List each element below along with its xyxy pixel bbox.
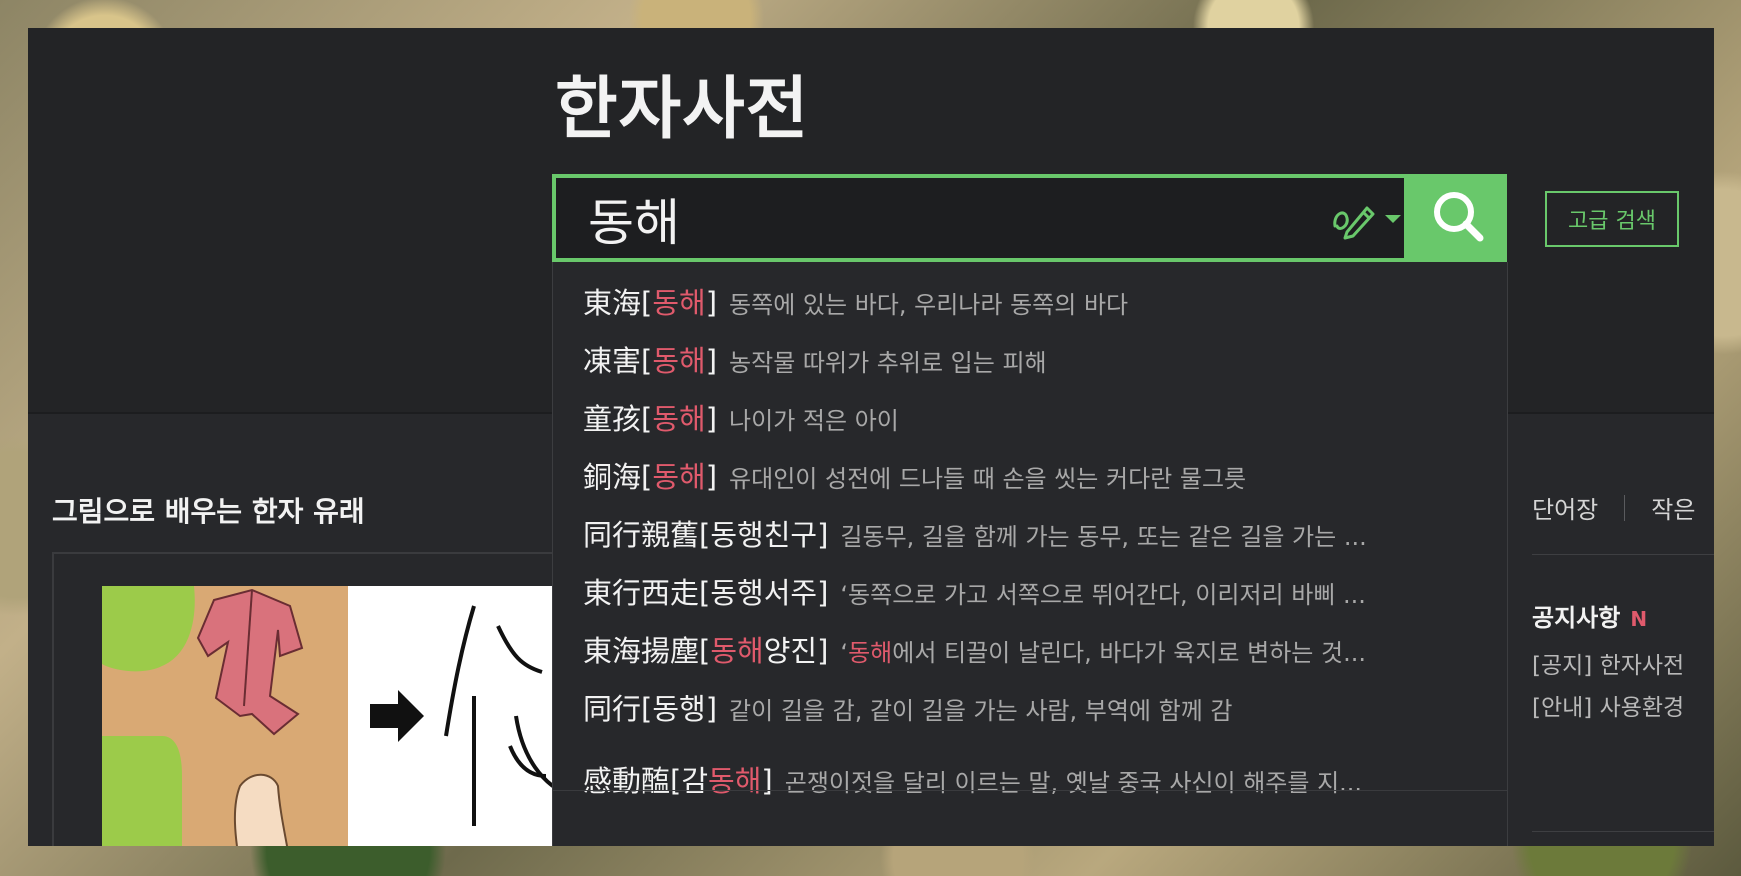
suggestion-description: 동쪽에 있는 바다, 우리나라 동쪽의 바다 xyxy=(729,285,1463,320)
chevron-down-icon xyxy=(1383,211,1403,230)
description-text: 나이가 적은 아이 xyxy=(729,407,899,435)
suggestion-hanja: 東海 xyxy=(583,286,642,320)
bracket-open: [ xyxy=(641,286,653,320)
sidebar-divider xyxy=(1532,554,1714,555)
bracket-open: [ xyxy=(641,402,653,436)
bracket-close: ] xyxy=(761,764,773,798)
tab-divider xyxy=(1624,494,1626,521)
suggestion-reading-highlight: 동해 xyxy=(652,402,706,436)
suggestion-description: 길동무, 길을 함께 가는 동무, 또는 같은 길을 가는 ... xyxy=(840,517,1463,552)
suggestion-description: ‘동해에서 티끌이 날린다, 바다가 육지로 변하는 것... xyxy=(840,633,1463,668)
bracket-close: ] xyxy=(705,692,718,726)
suggestion-item[interactable]: 東海[동해] 동쪽에 있는 바다, 우리나라 동쪽의 바다 xyxy=(583,280,1463,336)
suggestion-item[interactable]: 童孩[동해] 나이가 적은 아이 xyxy=(583,396,1463,452)
site-logo[interactable]: 한자사전 xyxy=(555,53,809,152)
suggestion-item[interactable]: 感動醢[감 동해] 곤쟁이젓을 달리 이르는 말, 옛날 중국 사신이 해주를 지.… xyxy=(583,758,1463,814)
suggestion-item[interactable]: 銅海[동해] 유대인이 성전에 드나들 때 손을 씻는 커다란 물그릇 xyxy=(583,454,1463,510)
suggestion-reading: 양진 xyxy=(763,634,818,668)
suggestion-hanja: 凍害 xyxy=(583,344,642,378)
bracket-open: [ xyxy=(641,692,653,726)
bracket-close: ] xyxy=(705,286,718,320)
bracket-open: [ xyxy=(699,576,711,610)
bracket-open: [ xyxy=(699,518,711,552)
suggestion-hanja: 感動醢 xyxy=(583,764,671,798)
description-text: 길동무, 길을 함께 가는 동무, 또는 같은 길을 가는 ... xyxy=(840,523,1367,551)
illustration-image[interactable] xyxy=(102,586,622,846)
suggestion-reading: 동행 xyxy=(652,692,706,726)
description-prefix: ‘ xyxy=(840,639,849,667)
notice-item[interactable]: [안내] 사용환경 xyxy=(1532,688,1684,722)
suggestion-reading: 동행서주 xyxy=(710,576,818,610)
suggestion-reading-highlight: 동해 xyxy=(652,286,706,320)
app-window: 한자사전 동해 고급 검색 그림으로 배우는 한자 유래 단어장 작은 공지사항… xyxy=(28,28,1714,846)
bracket-close: ] xyxy=(705,460,718,494)
description-text: 곤쟁이젓을 달리 이르는 말, 옛날 중국 사신이 해주를 지... xyxy=(784,769,1363,797)
suggestion-item[interactable]: 東行西走[동행서주] ‘동쪽으로 가고 서쪽으로 뛰어간다, 이리저리 바삐 ..… xyxy=(583,570,1463,626)
description-highlight: 동해 xyxy=(848,639,893,667)
sidebar-tabs: 단어장 작은 xyxy=(1532,490,1695,525)
search-button[interactable] xyxy=(1408,174,1507,262)
suggestion-item[interactable]: 同行親舊[동행친구] 길동무, 길을 함께 가는 동무, 또는 같은 길을 가는 … xyxy=(583,512,1463,568)
bracket-close: ] xyxy=(705,344,718,378)
description-text: 유대인이 성전에 드나들 때 손을 씻는 커다란 물그릇 xyxy=(729,465,1247,493)
suggestion-hanja: 東海揚塵 xyxy=(583,634,700,668)
suggestion-hanja: 東行西走 xyxy=(583,576,700,610)
suggestion-description: 나이가 적은 아이 xyxy=(729,401,1463,436)
search-box xyxy=(552,174,1408,262)
suggestion-reading-highlight: 동해 xyxy=(652,460,706,494)
notice-heading[interactable]: 공지사항 N xyxy=(1532,598,1647,633)
notice-title-text: 공지사항 xyxy=(1532,604,1621,632)
suggestion-item[interactable]: 凍害[동해] 농작물 따위가 추위로 입는 피해 xyxy=(583,338,1463,394)
description-text: 에서 티끌이 날린다, 바다가 육지로 변하는 것... xyxy=(892,639,1366,667)
bracket-open: [ xyxy=(641,344,653,378)
suggestion-description: 농작물 따위가 추위로 입는 피해 xyxy=(729,343,1463,378)
bracket-close: ] xyxy=(817,576,829,610)
advanced-search-button[interactable]: 고급 검색 xyxy=(1545,191,1679,247)
suggestion-reading-highlight: 동해 xyxy=(710,634,764,668)
suggestion-item[interactable]: 同行[동행] 같이 길을 감, 같이 길을 가는 사람, 부역에 함께 감 xyxy=(583,686,1463,742)
description-text: 동쪽에 있는 바다, 우리나라 동쪽의 바다 xyxy=(729,291,1129,319)
description-text: 농작물 따위가 추위로 입는 피해 xyxy=(729,349,1047,377)
suggestion-hanja: 銅海 xyxy=(583,460,642,494)
bracket-close: ] xyxy=(817,518,829,552)
suggestion-description: ‘동쪽으로 가고 서쪽으로 뛰어간다, 이리저리 바삐 ... xyxy=(840,575,1463,610)
description-text: ‘동쪽으로 가고 서쪽으로 뛰어간다, 이리저리 바삐 ... xyxy=(840,581,1366,609)
bracket-close: ] xyxy=(705,402,718,436)
bracket-open: [ xyxy=(670,764,682,798)
magnifier-icon xyxy=(1430,188,1486,248)
suggestion-hanja: 同行 xyxy=(583,692,642,726)
suggestion-description: 곤쟁이젓을 달리 이르는 말, 옛날 중국 사신이 해주를 지... xyxy=(785,763,1463,798)
notice-item[interactable]: [공지] 한자사전 xyxy=(1532,646,1684,680)
suggestion-reading: 동행친구 xyxy=(710,518,818,552)
search-input[interactable] xyxy=(586,188,1270,250)
suggestion-hanja: 童孩 xyxy=(583,402,642,436)
new-badge: N xyxy=(1630,607,1648,631)
bracket-open: [ xyxy=(699,634,711,668)
autocomplete-dropdown: 東海[동해] 동쪽에 있는 바다, 우리나라 동쪽의 바다 凍害[동해] 농작물 따위… xyxy=(552,262,1508,846)
suggestion-hanja: 同行親舊 xyxy=(583,518,700,552)
suggestion-description: 유대인이 성전에 드나들 때 손을 씻는 커다란 물그릇 xyxy=(729,459,1463,494)
description-text: 같이 길을 감, 같이 길을 가는 사람, 부역에 함께 감 xyxy=(729,697,1233,725)
suggestion-reading-highlight: 동해 xyxy=(652,344,706,378)
dropdown-divider xyxy=(553,790,1507,791)
suggestion-item[interactable]: 東海揚塵[동해 양진] ‘동해에서 티끌이 날린다, 바다가 육지로 변하는 것..… xyxy=(583,628,1463,684)
suggestion-description: 같이 길을 감, 같이 길을 가는 사람, 부역에 함께 감 xyxy=(729,691,1463,726)
suggestion-reading-highlight: 동해 xyxy=(708,764,762,798)
section-title: 그림으로 배우는 한자 유래 xyxy=(52,495,365,528)
pencil-icon xyxy=(1331,196,1377,244)
sidebar-divider xyxy=(1532,831,1714,832)
tab-second[interactable]: 작은 xyxy=(1651,490,1695,525)
suggestion-reading: 감 xyxy=(681,764,709,798)
bracket-open: [ xyxy=(641,460,653,494)
bracket-close: ] xyxy=(817,634,829,668)
tab-wordbook[interactable]: 단어장 xyxy=(1532,490,1598,525)
